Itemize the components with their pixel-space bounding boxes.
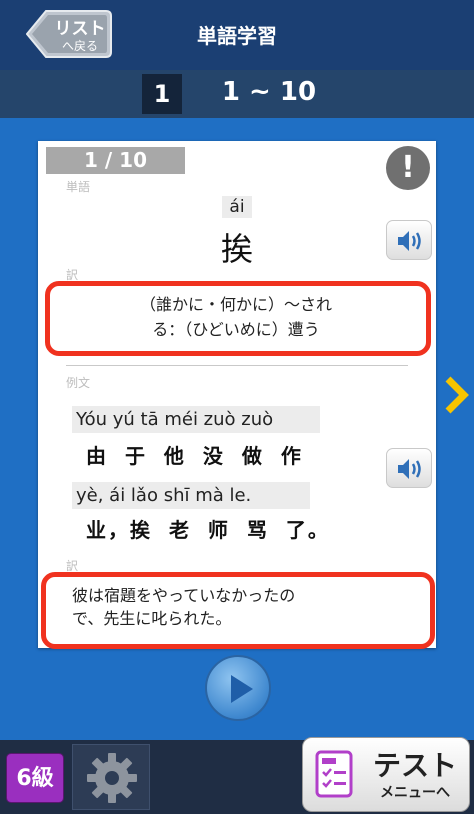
test-sheet-icon [315, 750, 353, 798]
next-card-button[interactable] [444, 375, 470, 419]
speaker-icon [398, 231, 421, 251]
meaning-line-2: る：（ひどいめに）遭う [152, 320, 320, 339]
example-pinyin-line-2: yè, ái lǎo shī mà le. [72, 482, 310, 509]
word-pinyin: ái [222, 196, 252, 218]
example-translation: 彼は宿題をやっていなかったの で、先生に叱られた。 [72, 584, 417, 630]
word-audio-button[interactable] [386, 220, 432, 260]
grade-button[interactable]: 6級 [6, 753, 64, 803]
chevron-right-icon [445, 376, 469, 414]
translation-line-1: 彼は宿題をやっていなかったの [72, 586, 296, 605]
word-label: 単語 [66, 180, 91, 194]
meaning-text: （誰かに・何かに）～され る：（ひどいめに）遭う [52, 292, 420, 342]
page-title: 単語学習 [197, 24, 277, 48]
test-sublabel: メニューへ [380, 785, 450, 801]
test-menu-button[interactable]: テスト メニューへ [302, 737, 470, 812]
meaning-line-1: （誰かに・何かに）～され [139, 295, 332, 314]
test-label: テスト [372, 749, 457, 782]
set-number: 1 [142, 74, 182, 114]
card-divider [66, 365, 408, 366]
play-icon [231, 675, 253, 703]
translation-line-2: で、先生に叱られた。 [72, 609, 232, 628]
example-hanzi-line-1: 由 于 他 没 做 作 [86, 444, 303, 468]
word-range: 1 ~ 10 [221, 77, 317, 107]
speaker-icon [398, 459, 421, 479]
alert-icon[interactable]: ! [386, 146, 430, 190]
play-button[interactable] [205, 655, 271, 721]
card-counter: 1 / 10 [46, 147, 185, 174]
gear-icon [87, 753, 137, 803]
example-label: 例文 [66, 376, 91, 390]
settings-button[interactable] [72, 744, 150, 810]
example-audio-button[interactable] [386, 448, 432, 488]
example-hanzi-line-2: 业，挨 老 师 骂 了。 [86, 518, 330, 542]
example-pinyin-line-1: Yóu yú tā méi zuò zuò [72, 406, 320, 433]
